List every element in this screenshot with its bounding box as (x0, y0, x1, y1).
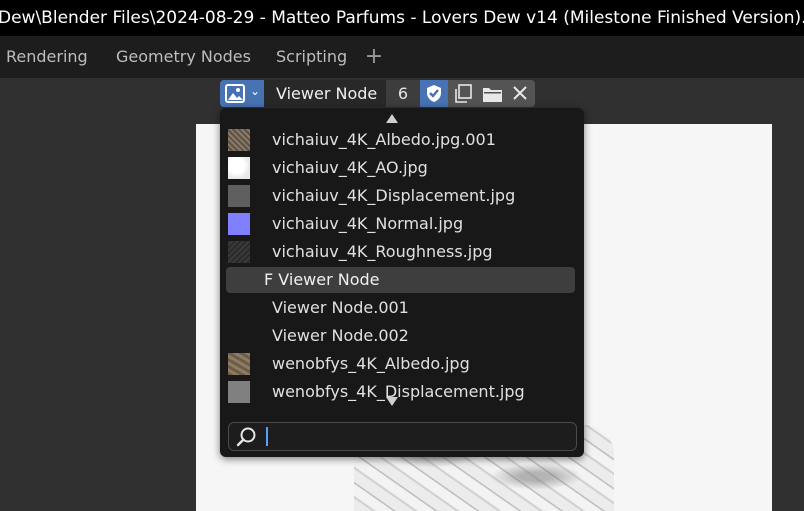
unlink-image-button[interactable] (506, 80, 535, 107)
list-item-label: wenobfys_4K_Albedo.jpg (272, 354, 470, 373)
list-item[interactable]: vichaiuv_4K_Normal.jpg (226, 211, 575, 237)
chevron-down-icon: ⌄ (250, 84, 261, 98)
open-image-button[interactable] (477, 80, 506, 107)
roughness-thumbnail-icon (228, 241, 250, 263)
list-item[interactable]: Viewer Node.001 (226, 295, 575, 321)
search-field[interactable] (228, 422, 577, 451)
list-item-label: wenobfys_4K_Displacement.jpg (272, 382, 525, 401)
albedo-thumbnail-icon (228, 353, 250, 375)
window-title-bar: Dew\Blender Files\2024-08-29 - Matteo Pa… (0, 0, 804, 36)
list-item-label: vichaiuv_4K_Normal.jpg (272, 214, 464, 233)
list-item-active[interactable]: F Viewer Node (226, 267, 575, 293)
list-item-label: Viewer Node.002 (272, 326, 409, 345)
window-title: Dew\Blender Files\2024-08-29 - Matteo Pa… (0, 8, 804, 28)
ao-thumbnail-icon (228, 157, 250, 179)
list-item-label: Viewer Node.001 (272, 298, 409, 317)
search-input[interactable] (265, 425, 565, 447)
normal-thumbnail-icon (228, 213, 250, 235)
displacement-thumbnail-icon (228, 381, 250, 403)
users-count-badge[interactable]: 6 (386, 80, 420, 107)
list-item[interactable]: wenobfys_4K_Albedo.jpg (226, 351, 575, 377)
close-icon (513, 86, 527, 100)
shield-icon (427, 85, 441, 102)
tab-rendering[interactable]: Rendering (6, 36, 88, 78)
scroll-up-arrow-icon[interactable] (386, 114, 398, 123)
workspace-tabs-bar: Rendering Geometry Nodes Scripting + (0, 36, 804, 78)
list-item[interactable]: wenobfys_4K_Displacement.jpg (226, 379, 575, 405)
list-item[interactable]: vichaiuv_4K_Albedo.jpg.001 (226, 127, 575, 153)
folder-icon (483, 88, 502, 102)
albedo-thumbnail-icon (228, 129, 250, 151)
tab-scripting[interactable]: Scripting (276, 36, 347, 78)
duplicate-icon (455, 84, 472, 103)
fake-user-button[interactable] (420, 80, 448, 107)
list-item-label: vichaiuv_4K_Displacement.jpg (272, 186, 516, 205)
image-name-field[interactable]: Viewer Node (264, 80, 386, 107)
list-item-label: vichaiuv_4K_Roughness.jpg (272, 242, 493, 261)
image-browse-button[interactable]: ⌄ (220, 80, 264, 107)
list-item[interactable]: Viewer Node.002 (226, 323, 575, 349)
plus-icon[interactable]: + (364, 36, 384, 78)
list-item-label: vichaiuv_4K_Albedo.jpg.001 (272, 130, 496, 149)
search-icon (236, 427, 256, 447)
duplicate-image-button[interactable] (448, 80, 477, 107)
list-item-label: vichaiuv_4K_AO.jpg (272, 158, 428, 177)
text-caret (266, 427, 268, 446)
scroll-down-arrow-icon[interactable] (386, 397, 398, 406)
list-item[interactable]: vichaiuv_4K_AO.jpg (226, 155, 575, 181)
displacement-thumbnail-icon (228, 185, 250, 207)
list-item[interactable]: vichaiuv_4K_Roughness.jpg (226, 239, 575, 265)
tab-geometry-nodes[interactable]: Geometry Nodes (116, 36, 251, 78)
list-item-label: F Viewer Node (264, 270, 380, 289)
image-icon (225, 84, 245, 103)
list-item[interactable]: vichaiuv_4K_Displacement.jpg (226, 183, 575, 209)
image-browser-dropdown: vichaiuv_4K_Albedo.jpg.001 vichaiuv_4K_A… (220, 108, 584, 457)
